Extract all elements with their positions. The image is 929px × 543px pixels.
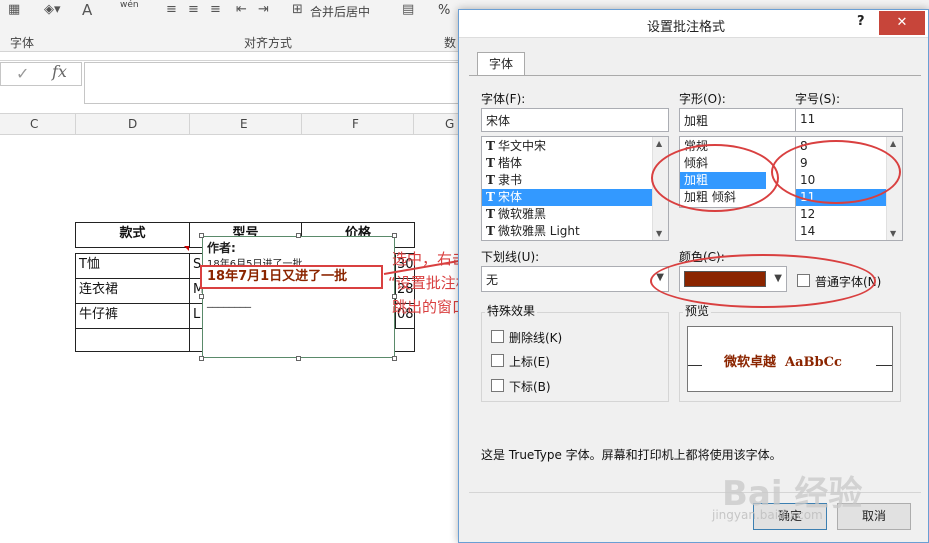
- underline-value: 无: [486, 273, 499, 287]
- resize-handle[interactable]: [199, 233, 204, 238]
- align-right-icon[interactable]: ≡: [210, 2, 221, 17]
- number-group-label: 数: [444, 36, 457, 50]
- confirm-icon[interactable]: ✓: [16, 64, 29, 83]
- cell-name-1[interactable]: T恤: [75, 253, 190, 279]
- increase-indent-icon[interactable]: ⇥: [258, 2, 269, 17]
- subscript-label: 下标(B): [509, 380, 551, 394]
- comment-line2: 18年7月1日又进了一批: [200, 265, 383, 289]
- merge-icon[interactable]: ⊞: [292, 2, 303, 17]
- name-box[interactable]: [0, 62, 82, 86]
- preview-box: 微软卓越 AaBbCc: [687, 326, 893, 392]
- tab-divider: [469, 75, 921, 76]
- truetype-info: 这是 TrueType 字体。屏幕和打印机上都将使用该字体。: [481, 448, 782, 462]
- watermark-url: jingyan.baidu.com: [712, 508, 823, 522]
- close-button[interactable]: ✕: [879, 11, 925, 35]
- strikethrough-label: 删除线(K): [509, 331, 563, 345]
- annotation-line3: 跳出的窗口: [392, 298, 468, 316]
- number-format-icon[interactable]: ▤: [402, 2, 414, 17]
- formula-input[interactable]: [84, 62, 470, 104]
- font-option[interactable]: T 微软雅黑 Light: [482, 223, 668, 240]
- cell-empty-4[interactable]: [75, 328, 190, 352]
- size-label: 字号(S):: [795, 92, 841, 106]
- fx-icon[interactable]: fx: [52, 62, 67, 81]
- phonetic-button[interactable]: wén: [120, 0, 139, 10]
- font-color-button[interactable]: A: [82, 1, 92, 19]
- dialog-title: 设置批注格式: [647, 20, 726, 35]
- truetype-icon: T: [486, 190, 495, 204]
- resize-handle[interactable]: [392, 233, 397, 238]
- font-list[interactable]: T 华文中宋 T 楷体 T 隶书 T 宋体 T 微软雅黑 T 微软雅黑 Light ▲ ▼: [481, 136, 669, 241]
- superscript-label: 上标(E): [509, 355, 550, 369]
- strikethrough-checkbox[interactable]: [491, 330, 504, 343]
- column-headers: C D E F G: [0, 113, 470, 135]
- effects-label: 特殊效果: [485, 302, 538, 319]
- resize-handle[interactable]: [199, 356, 204, 361]
- resize-handle[interactable]: [296, 233, 301, 238]
- truetype-icon: T: [486, 224, 495, 238]
- truetype-icon: T: [486, 139, 495, 153]
- column-d[interactable]: D: [128, 117, 137, 131]
- scroll-down-icon: ▼: [656, 229, 663, 238]
- column-e[interactable]: E: [240, 117, 248, 131]
- scroll-up-icon: ▲: [656, 139, 663, 148]
- resize-handle[interactable]: [392, 356, 397, 361]
- underline-select[interactable]: 无 ▼: [481, 266, 669, 292]
- font-option[interactable]: T 华文中宋: [482, 138, 668, 155]
- comment-line3: ________: [207, 295, 251, 308]
- font-input[interactable]: 宋体: [481, 108, 669, 132]
- help-button[interactable]: ?: [857, 14, 865, 29]
- column-g[interactable]: G: [445, 117, 454, 131]
- font-option[interactable]: T 隶书: [482, 172, 668, 189]
- subscript-checkbox[interactable]: [491, 379, 504, 392]
- comment-indicator-icon: [184, 246, 189, 251]
- font-group-label: 字体: [10, 36, 35, 50]
- cell-name-3[interactable]: 牛仔裤: [75, 303, 190, 329]
- align-left-icon[interactable]: ≡: [166, 2, 177, 17]
- font-option-selected[interactable]: T 宋体: [482, 189, 652, 206]
- preview-text: 微软卓越 AaBbCc: [724, 355, 842, 370]
- truetype-icon: T: [486, 173, 495, 187]
- style-label: 字形(O):: [679, 92, 726, 106]
- highlight-oval: [650, 254, 876, 308]
- font-label: 字体(F):: [481, 92, 526, 106]
- resize-handle[interactable]: [296, 356, 301, 361]
- column-c[interactable]: C: [30, 117, 38, 131]
- percent-button[interactable]: %: [438, 3, 450, 18]
- cell-name-2[interactable]: 连衣裙: [75, 278, 190, 304]
- align-group-label: 对齐方式: [244, 36, 293, 50]
- underline-label: 下划线(U):: [481, 250, 540, 264]
- highlight-oval: [651, 144, 779, 212]
- dialog-titlebar: 设置批注格式 ? ✕: [459, 10, 928, 38]
- size-input[interactable]: 11: [795, 108, 903, 132]
- superscript-checkbox[interactable]: [491, 354, 504, 367]
- align-center-icon[interactable]: ≡: [188, 2, 199, 17]
- highlight-oval: [771, 140, 901, 204]
- comment-box[interactable]: 作者: 18年6月5日进了一批 18年7月1日又进了一批 ________: [200, 236, 395, 358]
- header-style[interactable]: 款式: [75, 222, 190, 248]
- format-painter-icon[interactable]: ▦: [8, 2, 20, 17]
- comment-author: 作者:: [207, 241, 236, 255]
- scroll-up-icon: ▲: [890, 139, 897, 148]
- font-option[interactable]: T 微软雅黑: [482, 206, 668, 223]
- fill-color-icon[interactable]: ◈▾: [44, 2, 61, 17]
- scroll-down-icon: ▼: [890, 229, 897, 238]
- tab-font[interactable]: 字体: [477, 52, 525, 76]
- decrease-indent-icon[interactable]: ⇤: [236, 2, 247, 17]
- resize-handle[interactable]: [199, 294, 204, 299]
- truetype-icon: T: [486, 156, 495, 170]
- truetype-icon: T: [486, 207, 495, 221]
- column-f[interactable]: F: [352, 117, 359, 131]
- font-option[interactable]: T 楷体: [482, 155, 668, 172]
- merge-center-button[interactable]: 合并后居中: [310, 3, 370, 20]
